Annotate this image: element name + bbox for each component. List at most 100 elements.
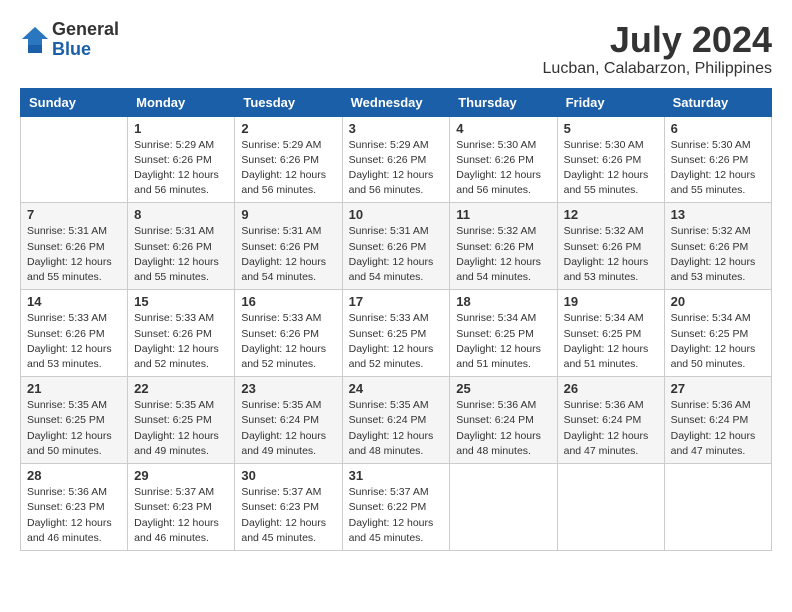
cell-line: Daylight: 12 hours (349, 255, 444, 270)
calendar-week-4: 21Sunrise: 5:35 AMSunset: 6:25 PMDayligh… (21, 377, 772, 464)
cell-line: Sunrise: 5:31 AM (27, 224, 121, 239)
cell-line: Daylight: 12 hours (241, 255, 335, 270)
cell-line: Sunrise: 5:34 AM (671, 311, 765, 326)
cell-line: Daylight: 12 hours (349, 342, 444, 357)
cell-content: Sunrise: 5:29 AMSunset: 6:26 PMDaylight:… (134, 138, 228, 199)
cell-line: and 50 minutes. (671, 357, 765, 372)
cell-line: Daylight: 12 hours (241, 516, 335, 531)
cell-line: Daylight: 12 hours (349, 429, 444, 444)
calendar-body: 1Sunrise: 5:29 AMSunset: 6:26 PMDaylight… (21, 116, 772, 550)
cell-line: Sunrise: 5:29 AM (134, 138, 228, 153)
cell-line: Sunset: 6:25 PM (349, 327, 444, 342)
cell-line: and 55 minutes. (564, 183, 658, 198)
cell-line: Sunrise: 5:32 AM (671, 224, 765, 239)
cell-line: and 52 minutes. (349, 357, 444, 372)
calendar-week-5: 28Sunrise: 5:36 AMSunset: 6:23 PMDayligh… (21, 464, 772, 551)
cell-line: and 53 minutes. (564, 270, 658, 285)
calendar-cell: 24Sunrise: 5:35 AMSunset: 6:24 PMDayligh… (342, 377, 450, 464)
cell-line: Sunset: 6:26 PM (456, 240, 550, 255)
calendar-cell: 3 Sunrise: 5:29 AMSunset: 6:26 PMDaylight… (342, 116, 450, 203)
day-number: 30 (241, 468, 335, 483)
cell-line: Daylight: 12 hours (27, 342, 121, 357)
day-number: 16 (241, 294, 335, 309)
cell-line: Sunset: 6:26 PM (564, 153, 658, 168)
cell-line: and 49 minutes. (134, 444, 228, 459)
cell-line: Sunrise: 5:34 AM (564, 311, 658, 326)
cell-line: and 51 minutes. (564, 357, 658, 372)
cell-line: Sunset: 6:23 PM (134, 500, 228, 515)
cell-line: Sunset: 6:23 PM (241, 500, 335, 515)
cell-line: Sunrise: 5:32 AM (564, 224, 658, 239)
page-header: General Blue July 2024 Lucban, Calabarzo… (20, 20, 772, 78)
cell-content: Sunrise: 5:34 AMSunset: 6:25 PMDaylight:… (456, 311, 550, 372)
cell-line: Sunrise: 5:35 AM (349, 398, 444, 413)
cell-line: Sunset: 6:24 PM (456, 413, 550, 428)
calendar-cell: 5Sunrise: 5:30 AMSunset: 6:26 PMDaylight… (557, 116, 664, 203)
cell-content: Sunrise: 5:30 AMSunset: 6:26 PMDaylight:… (564, 138, 658, 199)
cell-line: Daylight: 12 hours (671, 429, 765, 444)
cell-line: Sunrise: 5:33 AM (349, 311, 444, 326)
header-cell-monday: Monday (128, 88, 235, 116)
cell-line: and 53 minutes. (27, 357, 121, 372)
cell-line: Sunrise: 5:30 AM (564, 138, 658, 153)
cell-line: Sunset: 6:24 PM (671, 413, 765, 428)
calendar-cell: 7Sunrise: 5:31 AMSunset: 6:26 PMDaylight… (21, 203, 128, 290)
cell-line: and 56 minutes. (456, 183, 550, 198)
calendar-cell: 1Sunrise: 5:29 AMSunset: 6:26 PMDaylight… (128, 116, 235, 203)
cell-line: and 51 minutes. (456, 357, 550, 372)
cell-line: and 56 minutes. (134, 183, 228, 198)
cell-line: and 48 minutes. (349, 444, 444, 459)
header-row: SundayMondayTuesdayWednesdayThursdayFrid… (21, 88, 772, 116)
cell-line: and 52 minutes. (241, 357, 335, 372)
cell-line: and 56 minutes. (241, 183, 335, 198)
cell-content: Sunrise: 5:33 AMSunset: 6:26 PMDaylight:… (27, 311, 121, 372)
logo-text: General Blue (52, 20, 119, 60)
cell-line: and 45 minutes. (349, 531, 444, 546)
header-cell-saturday: Saturday (664, 88, 771, 116)
day-number: 12 (564, 207, 658, 222)
cell-line: and 56 minutes. (349, 183, 444, 198)
cell-content: Sunrise: 5:35 AMSunset: 6:25 PMDaylight:… (27, 398, 121, 459)
day-number: 19 (564, 294, 658, 309)
cell-content: Sunrise: 5:29 AMSunset: 6:26 PMDaylight:… (349, 138, 444, 199)
cell-line: Sunrise: 5:33 AM (27, 311, 121, 326)
cell-line: Sunset: 6:26 PM (349, 240, 444, 255)
day-number: 9 (241, 207, 335, 222)
calendar-cell: 26Sunrise: 5:36 AMSunset: 6:24 PMDayligh… (557, 377, 664, 464)
cell-content: Sunrise: 5:35 AMSunset: 6:24 PMDaylight:… (241, 398, 335, 459)
day-number: 3 (349, 121, 444, 136)
cell-content: Sunrise: 5:34 AMSunset: 6:25 PMDaylight:… (564, 311, 658, 372)
calendar-cell: 16Sunrise: 5:33 AMSunset: 6:26 PMDayligh… (235, 290, 342, 377)
calendar-cell: 13Sunrise: 5:32 AMSunset: 6:26 PMDayligh… (664, 203, 771, 290)
header-cell-thursday: Thursday (450, 88, 557, 116)
cell-line: Daylight: 12 hours (671, 342, 765, 357)
cell-content: Sunrise: 5:32 AMSunset: 6:26 PMDaylight:… (456, 224, 550, 285)
day-number: 25 (456, 381, 550, 396)
cell-content: Sunrise: 5:35 AMSunset: 6:24 PMDaylight:… (349, 398, 444, 459)
calendar-cell: 27Sunrise: 5:36 AMSunset: 6:24 PMDayligh… (664, 377, 771, 464)
cell-line: Sunrise: 5:31 AM (134, 224, 228, 239)
cell-line: Daylight: 12 hours (134, 516, 228, 531)
cell-line: Sunrise: 5:30 AM (456, 138, 550, 153)
cell-line: Daylight: 12 hours (564, 429, 658, 444)
cell-line: Sunrise: 5:31 AM (349, 224, 444, 239)
cell-content: Sunrise: 5:37 AMSunset: 6:23 PMDaylight:… (241, 485, 335, 546)
calendar-cell: 25Sunrise: 5:36 AMSunset: 6:24 PMDayligh… (450, 377, 557, 464)
header-cell-friday: Friday (557, 88, 664, 116)
cell-content: Sunrise: 5:31 AMSunset: 6:26 PMDaylight:… (241, 224, 335, 285)
cell-line: Sunset: 6:24 PM (241, 413, 335, 428)
cell-content: Sunrise: 5:34 AMSunset: 6:25 PMDaylight:… (671, 311, 765, 372)
calendar-cell: 18Sunrise: 5:34 AMSunset: 6:25 PMDayligh… (450, 290, 557, 377)
cell-line: Sunrise: 5:36 AM (27, 485, 121, 500)
cell-line: Sunset: 6:25 PM (564, 327, 658, 342)
cell-content: Sunrise: 5:36 AMSunset: 6:24 PMDaylight:… (671, 398, 765, 459)
day-number: 13 (671, 207, 765, 222)
day-number: 7 (27, 207, 121, 222)
cell-content: Sunrise: 5:36 AMSunset: 6:24 PMDaylight:… (564, 398, 658, 459)
cell-line: Daylight: 12 hours (349, 168, 444, 183)
calendar-cell: 20Sunrise: 5:34 AMSunset: 6:25 PMDayligh… (664, 290, 771, 377)
cell-line: Sunset: 6:24 PM (349, 413, 444, 428)
cell-line: Sunset: 6:26 PM (27, 240, 121, 255)
cell-content: Sunrise: 5:32 AMSunset: 6:26 PMDaylight:… (564, 224, 658, 285)
cell-content: Sunrise: 5:37 AMSunset: 6:22 PMDaylight:… (349, 485, 444, 546)
